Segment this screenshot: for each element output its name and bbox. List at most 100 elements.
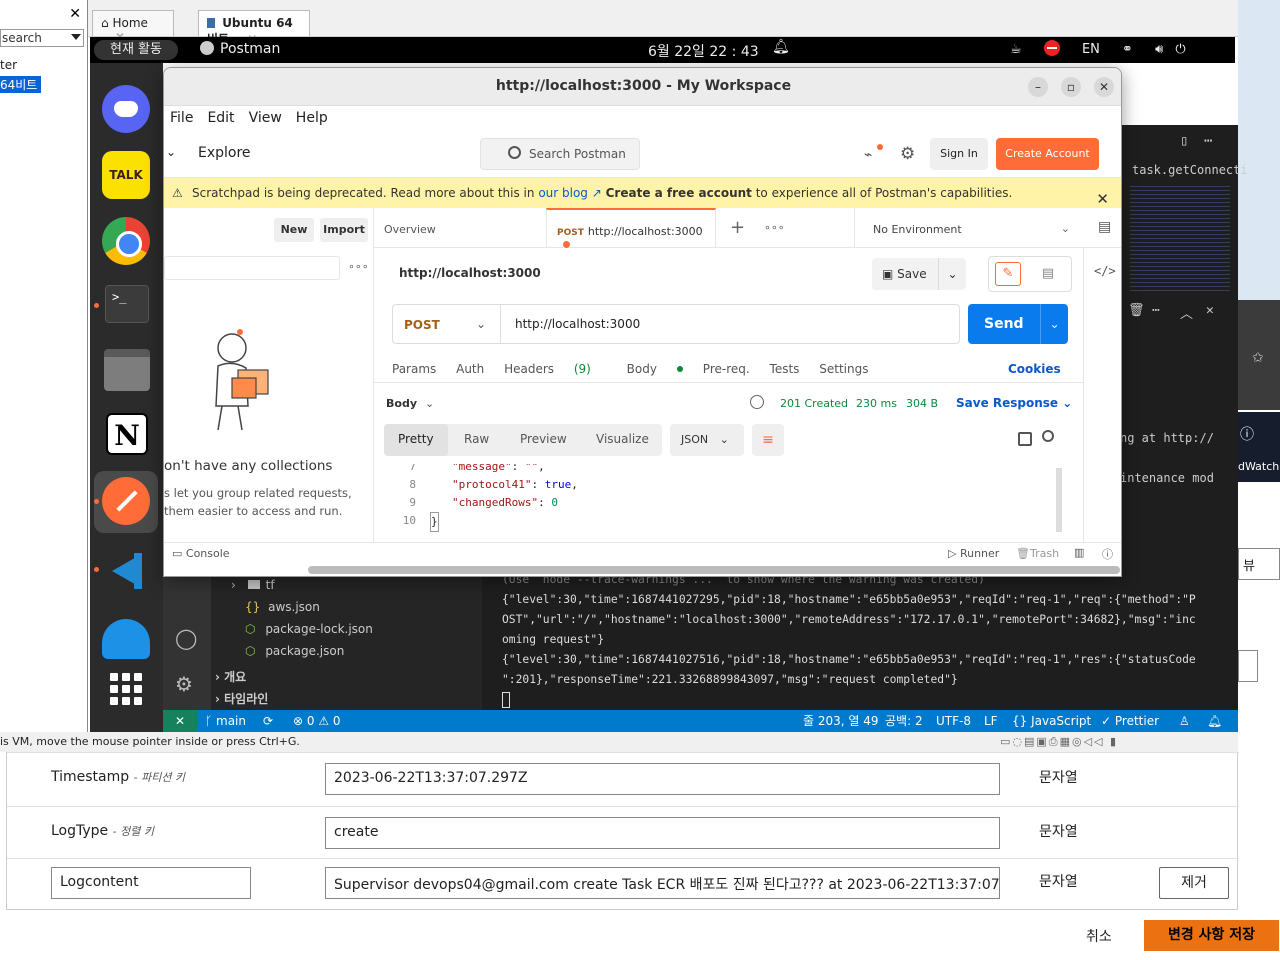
tab-tests[interactable]: Tests [770,362,800,376]
attribute-value-input[interactable]: create [325,817,1000,849]
response-code[interactable]: 7 "message": "", 8 "protocol41": true, 9… [374,464,1054,542]
star-icon[interactable]: ✩ [1252,350,1264,366]
import-button[interactable]: Import [320,218,368,242]
power-icon[interactable]: ⏻ [1175,42,1185,57]
chevron-up-icon[interactable]: ︿ [1180,303,1193,322]
system-tray[interactable]: ☕︎ EN ⚭ 🔊︎ ⏻ [1010,40,1204,57]
attribute-value-input[interactable]: 2023-06-22T13:37:07.297Z [325,763,1000,795]
search-input[interactable]: Search Postman [480,138,640,170]
close-icon[interactable]: ✕ [69,6,81,22]
tab-ubuntu[interactable]: Ubuntu 64비트 ✕ [198,10,310,46]
trash-button[interactable]: 🗑︎Trash [1016,547,1059,560]
help-icon[interactable]: ⓘ [1240,424,1254,444]
save-changes-button[interactable]: 변경 사항 저장 [1144,920,1279,951]
postman-titlebar[interactable]: http://localhost:3000 - My Workspace – ▫… [164,68,1121,106]
tea-icon[interactable]: ☕︎ [1010,42,1022,57]
accounts-icon[interactable]: ♙ [1179,710,1190,732]
format-select[interactable]: JSON ⌄ [670,424,744,456]
maximize-icon[interactable]: ▫ [1061,77,1081,97]
do-not-disturb-icon[interactable] [1043,40,1060,56]
vscode-icon[interactable] [102,547,150,595]
tree-item[interactable]: ter [0,58,17,72]
remote-icon[interactable]: ✕ [163,710,197,732]
globe-icon[interactable] [750,395,764,409]
environment-select[interactable]: No Environment ⌄ [854,208,1084,248]
language-indicator[interactable]: {} JavaScript [1012,710,1091,732]
tab-body[interactable]: Body [627,362,683,376]
clock[interactable]: 6월 22일 22 : 43 [648,41,759,61]
close-icon[interactable]: ✕ [1206,303,1214,318]
more-icon[interactable]: ⋯ [1152,303,1160,318]
save-response-button[interactable]: Save Response ⌄ [956,396,1072,410]
code-icon[interactable]: </> [1094,264,1116,278]
attribute-name-input[interactable]: Logcontent [51,867,251,899]
app-grid-icon[interactable] [110,673,142,705]
menu-edit[interactable]: Edit [207,106,234,130]
vscode-terminal[interactable]: (Use `node --trace-warnings ...` to show… [482,573,1238,710]
tab-overview[interactable]: Overview [384,223,436,236]
chevron-down-icon[interactable]: ⌄ [1040,304,1068,344]
url-input[interactable]: http://localhost:3000 [500,304,960,344]
remove-button[interactable]: 제거 [1159,867,1229,899]
satellite-icon[interactable]: ⌁ [864,144,883,163]
search-icon[interactable] [1042,430,1054,442]
indent-indicator[interactable]: 공백: 2 [885,710,923,732]
volume-icon[interactable]: 🔊︎ [1155,42,1163,57]
postman-icon[interactable] [102,477,150,525]
tab-params[interactable]: Params [392,362,436,376]
tab-preview[interactable]: Preview [520,432,567,446]
method-select[interactable]: POST ⌄ [392,304,500,344]
files-icon[interactable] [104,349,150,391]
console-button[interactable]: ▭ Console [172,547,230,560]
tab-prerequest[interactable]: Pre-req. [703,362,750,376]
send-button[interactable]: Send ⌄ [968,304,1068,344]
document-icon[interactable]: ▤ [1035,263,1061,285]
kakaotalk-icon[interactable]: TALK [102,151,150,199]
problems-indicator[interactable]: ⊗ 0 ⚠ 0 [293,710,341,732]
horizontal-scrollbar[interactable] [308,566,1120,574]
split-editor-icon[interactable]: ▯ [1180,133,1188,149]
side-input[interactable] [1238,650,1258,682]
response-size[interactable]: 304 B [906,397,938,410]
create-account-button[interactable]: Create Account [996,138,1099,170]
cancel-button[interactable]: 취소 [1086,926,1112,946]
settings-gear-icon[interactable]: ⚙ [175,672,193,696]
status-code[interactable]: 201 Created [780,397,848,410]
tab-pretty[interactable]: Pretty [398,432,434,446]
tab-request[interactable]: POST http://localhost:3000 [546,208,716,248]
tree-file[interactable]: ⬡ package-lock.json [245,622,373,636]
chrome-icon[interactable] [102,217,150,265]
sign-in-button[interactable]: Sign In [930,138,988,170]
tab-headers[interactable]: Headers (9) [504,362,607,376]
account-icon[interactable]: ◯ [175,626,197,650]
attribute-value-input[interactable]: Supervisor devops04@gmail.com create Tas… [325,867,1000,899]
create-account-link[interactable]: Create a free account [606,186,752,200]
help-icon[interactable]: ⓘ [1102,546,1113,562]
menu-view[interactable]: View [249,106,282,130]
section-outline[interactable]: › 개요 [215,668,246,685]
settings-gear-icon[interactable]: ⚙ [900,144,915,164]
view-button[interactable]: 뷰 [1238,548,1280,580]
tree-folder[interactable]: › tf [231,578,275,592]
cursor-position[interactable]: 줄 203, 열 49 [803,710,879,732]
new-button[interactable]: New [274,218,314,242]
minimize-icon[interactable]: – [1028,77,1048,97]
pencil-icon[interactable]: ✎ [995,262,1021,286]
language-indicator[interactable]: EN [1082,42,1100,57]
cookies-link[interactable]: Cookies [1008,362,1061,376]
new-tab-icon[interactable]: + [730,217,745,238]
activities-button[interactable]: 현재 활동 [94,40,178,60]
tab-home[interactable]: ⌂ Home ✕ [92,10,174,44]
cloudwatch-label[interactable]: dWatch [1238,460,1279,473]
trash-icon[interactable]: 🗑︎ [1128,303,1145,318]
notion-icon[interactable]: N [106,413,148,455]
vm-device-icons[interactable]: ▭◌▤▣⎙▦◎◁◁ ▮ [1000,732,1118,752]
chevron-down-icon[interactable]: ⌄ [938,258,966,290]
discord-icon[interactable] [102,85,150,133]
eol-indicator[interactable]: LF [984,710,998,732]
minimap[interactable] [1130,183,1230,293]
wrap-lines-icon[interactable]: ≡ [752,424,784,456]
filter-input[interactable] [164,256,340,280]
branch-indicator[interactable]: ᚴ main [205,710,246,732]
explore-link[interactable]: Explore [198,145,251,161]
